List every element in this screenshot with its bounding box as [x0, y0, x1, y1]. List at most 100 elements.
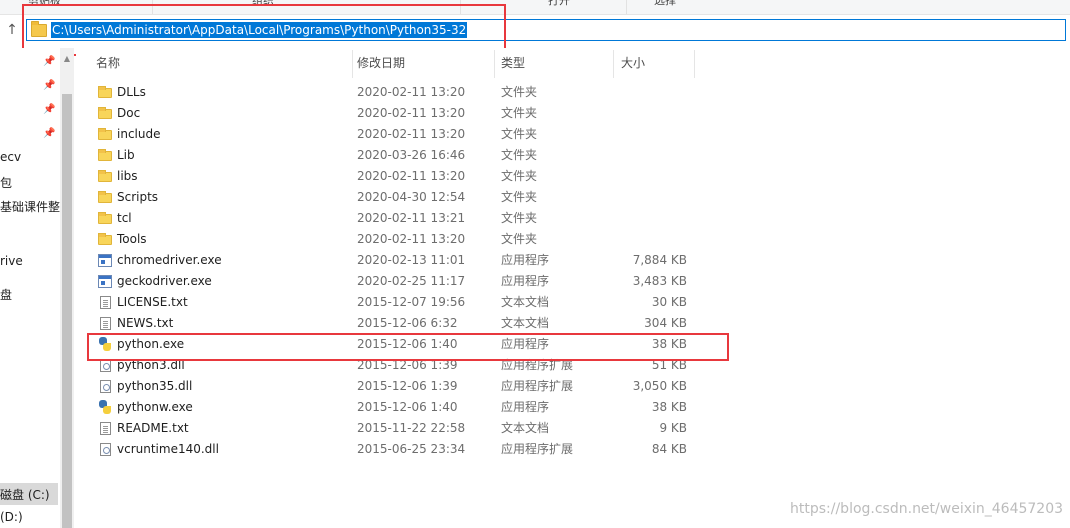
file-name: vcruntime140.dll — [117, 442, 219, 456]
table-row[interactable]: Tools 2020-02-11 13:20 文件夹 — [76, 229, 1070, 250]
file-type: 文件夹 — [501, 169, 538, 183]
up-arrow-icon[interactable]: ↑ — [4, 22, 20, 38]
file-name: geckodriver.exe — [117, 274, 212, 288]
ribbon-group-organize[interactable]: 组织 — [252, 0, 274, 8]
file-date: 2020-02-11 13:21 — [357, 211, 466, 225]
file-date: 2020-03-26 16:46 — [357, 148, 466, 162]
file-date: 2015-12-06 1:40 — [357, 400, 458, 414]
file-date: 2020-02-11 13:20 — [357, 127, 466, 141]
column-divider[interactable] — [694, 50, 695, 78]
file-type: 文件夹 — [501, 85, 538, 99]
ribbon-separator — [152, 0, 153, 14]
nav-scrollbar[interactable]: ▲ — [60, 48, 74, 528]
dll-icon — [100, 359, 111, 372]
table-row[interactable]: geckodriver.exe 2020-02-25 11:17 应用程序 3,483… — [76, 271, 1070, 292]
file-size: 38 KB — [651, 337, 687, 351]
folder-icon — [98, 212, 112, 224]
table-row[interactable]: vcruntime140.dll 2015-06-25 23:34 应用程序扩展 84… — [76, 439, 1070, 460]
ribbon-separator — [626, 0, 627, 14]
scroll-thumb[interactable] — [62, 94, 72, 528]
nav-item[interactable]: 盘 — [0, 286, 12, 303]
nav-item-drive-c[interactable]: 磁盘 (C:) — [0, 486, 50, 503]
file-size — [621, 145, 687, 166]
file-type: 文件夹 — [501, 190, 538, 204]
table-row[interactable]: DLLs 2020-02-11 13:20 文件夹 — [76, 82, 1070, 103]
table-row[interactable]: pythonw.exe 2015-12-06 1:40 应用程序 38 KB — [76, 397, 1070, 418]
column-size[interactable]: 大小 — [621, 48, 645, 78]
navigation-pane: 📌 📌 📌 📌 ecv 包 基础课件整 rive 盘 磁盘 (C:) (D:) — [0, 48, 60, 528]
file-date: 2015-12-06 6:32 — [357, 316, 458, 330]
folder-icon — [31, 21, 47, 37]
table-row[interactable]: python35.dll 2015-12-06 1:39 应用程序扩展 3,050 K… — [76, 376, 1070, 397]
ribbon-group-clipboard[interactable]: 剪贴板 — [28, 0, 61, 8]
ribbon-group-open[interactable]: 打开 — [548, 0, 570, 8]
table-row[interactable]: Scripts 2020-04-30 12:54 文件夹 — [76, 187, 1070, 208]
table-row[interactable]: include 2020-02-11 13:20 文件夹 — [76, 124, 1070, 145]
watermark: https://blog.csdn.net/weixin_46457203 — [790, 501, 1064, 517]
file-type: 应用程序 — [501, 274, 550, 288]
text-file-icon — [100, 422, 111, 435]
table-row[interactable]: python3.dll 2015-12-06 1:39 应用程序扩展 51 KB — [76, 355, 1070, 376]
column-divider[interactable] — [613, 50, 614, 78]
text-file-icon — [100, 296, 111, 309]
file-date: 2015-12-07 19:56 — [357, 295, 466, 309]
file-type: 应用程序 — [501, 337, 550, 351]
address-bar[interactable]: C:\Users\Administrator\AppData\Local\Pro… — [26, 19, 1066, 41]
pin-icon[interactable]: 📌 — [43, 104, 55, 116]
file-size: 9 KB — [659, 421, 687, 435]
column-name[interactable]: 名称 — [96, 48, 120, 78]
table-row[interactable]: chromedriver.exe 2020-02-13 11:01 应用程序 7,88… — [76, 250, 1070, 271]
pin-icon[interactable]: 📌 — [43, 80, 55, 92]
file-name: pythonw.exe — [117, 400, 193, 414]
file-name: python35.dll — [117, 379, 193, 393]
column-divider[interactable] — [494, 50, 495, 78]
column-type[interactable]: 类型 — [501, 48, 525, 78]
nav-item[interactable]: ecv — [0, 150, 21, 164]
file-name: python3.dll — [117, 358, 185, 372]
folder-icon — [98, 128, 112, 140]
file-size — [621, 229, 687, 250]
file-size: 3,050 KB — [632, 379, 687, 393]
nav-item[interactable]: 基础课件整 — [0, 198, 60, 215]
file-type: 应用程序扩展 — [501, 358, 574, 372]
folder-icon — [98, 191, 112, 203]
file-size: 3,483 KB — [632, 274, 687, 288]
table-row[interactable]: python.exe 2015-12-06 1:40 应用程序 38 KB — [76, 334, 1070, 355]
file-date: 2020-02-11 13:20 — [357, 232, 466, 246]
table-row[interactable]: libs 2020-02-11 13:20 文件夹 — [76, 166, 1070, 187]
file-size: 84 KB — [651, 442, 687, 456]
pin-icon[interactable]: 📌 — [43, 128, 55, 140]
file-size: 51 KB — [651, 358, 687, 372]
nav-item[interactable]: rive — [0, 254, 23, 268]
nav-item-drive-d[interactable]: (D:) — [0, 510, 23, 524]
address-path[interactable]: C:\Users\Administrator\AppData\Local\Pro… — [51, 22, 468, 38]
table-row[interactable]: README.txt 2015-11-22 22:58 文本文档 9 KB — [76, 418, 1070, 439]
file-size: 7,884 KB — [632, 253, 687, 267]
file-type: 应用程序 — [501, 253, 550, 267]
table-row[interactable]: Doc 2020-02-11 13:20 文件夹 — [76, 103, 1070, 124]
scroll-up-icon[interactable]: ▲ — [62, 54, 72, 64]
folder-icon — [98, 170, 112, 182]
file-name: NEWS.txt — [117, 316, 174, 330]
file-name: python.exe — [117, 337, 185, 351]
ribbon-strip: 剪贴板 组织 打开 选择 — [0, 0, 1070, 15]
pin-icon[interactable]: 📌 — [43, 56, 55, 68]
file-size — [621, 208, 687, 229]
file-type: 应用程序扩展 — [501, 442, 574, 456]
file-type: 文本文档 — [501, 316, 550, 330]
nav-item[interactable]: 包 — [0, 174, 12, 191]
table-row[interactable]: LICENSE.txt 2015-12-07 19:56 文本文档 30 KB — [76, 292, 1070, 313]
file-date: 2015-12-06 1:39 — [357, 379, 458, 393]
column-divider[interactable] — [352, 50, 353, 78]
file-name: README.txt — [117, 421, 189, 435]
table-row[interactable]: NEWS.txt 2015-12-06 6:32 文本文档 304 KB — [76, 313, 1070, 334]
folder-icon — [98, 149, 112, 161]
file-date: 2020-02-11 13:20 — [357, 169, 466, 183]
ribbon-group-select[interactable]: 选择 — [654, 0, 676, 8]
table-row[interactable]: Lib 2020-03-26 16:46 文件夹 — [76, 145, 1070, 166]
table-row[interactable]: tcl 2020-02-11 13:21 文件夹 — [76, 208, 1070, 229]
file-size — [621, 103, 687, 124]
python-icon — [98, 400, 112, 414]
file-size — [621, 82, 687, 103]
column-date[interactable]: 修改日期 — [357, 48, 405, 78]
